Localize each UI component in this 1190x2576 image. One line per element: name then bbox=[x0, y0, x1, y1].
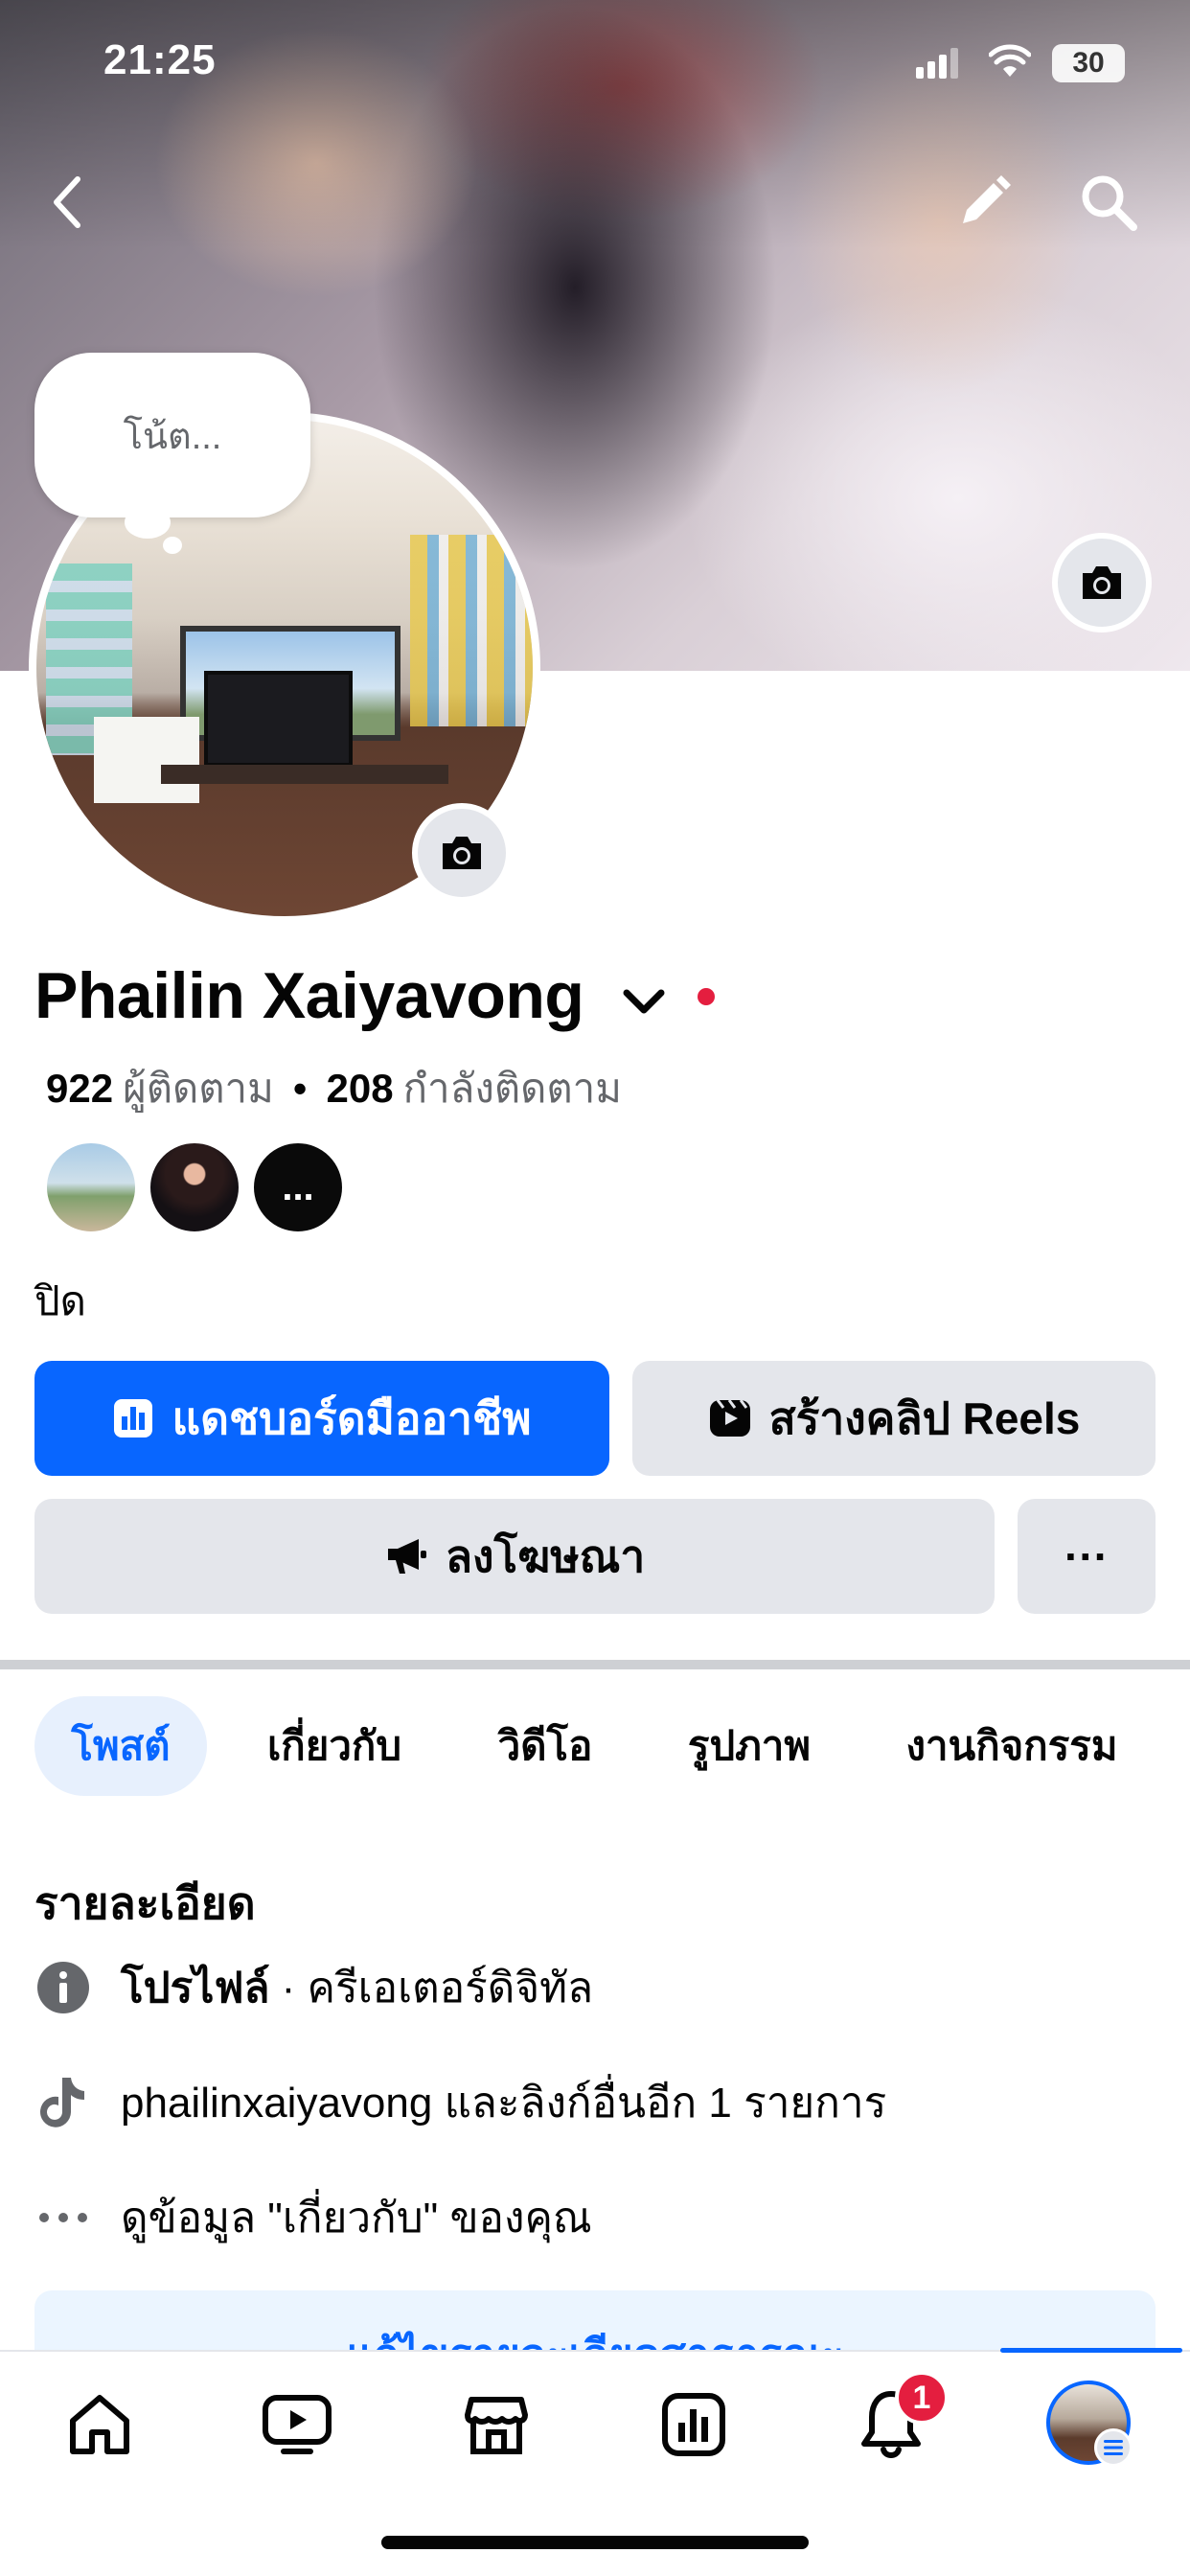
nav-home[interactable] bbox=[52, 2377, 148, 2472]
see-about-row[interactable]: ดูข้อมูล "เกี่ยวกับ" ของคุณ bbox=[34, 2179, 592, 2256]
chevron-left-icon bbox=[54, 176, 80, 228]
followers-label[interactable]: ผู้ติดตาม bbox=[123, 1057, 274, 1120]
section-divider bbox=[0, 1660, 1190, 1669]
status-time: 21:25 bbox=[103, 36, 217, 83]
profile-type-row[interactable]: โปรไฟล์ · ครีเอเตอร์ดิจิทัล bbox=[34, 1949, 593, 2026]
nav-dashboard[interactable] bbox=[646, 2377, 742, 2472]
dashboard-label: แดชบอร์ดมืออาชีพ bbox=[172, 1392, 532, 1443]
change-profile-picture-button[interactable] bbox=[412, 803, 512, 903]
photo-desk bbox=[161, 765, 448, 784]
tab-photos[interactable]: รูปภาพ bbox=[663, 1696, 835, 1796]
see-about-text: ดูข้อมูล "เกี่ยวกับ" ของคุณ bbox=[121, 2195, 592, 2242]
bio-text: ปิด bbox=[34, 1278, 86, 1323]
marketplace-icon bbox=[465, 2397, 528, 2454]
unread-dot bbox=[698, 988, 715, 1005]
menu-icon bbox=[1094, 2428, 1133, 2467]
mini-avatar-1[interactable] bbox=[44, 1140, 138, 1234]
profile-label: โปรไฟล์ bbox=[121, 1965, 270, 2012]
nav-video[interactable] bbox=[249, 2377, 345, 2472]
megaphone-icon bbox=[387, 1539, 426, 1574]
info-icon bbox=[34, 1959, 92, 2016]
profile-type: · ครีเอเตอร์ดิจิทัล bbox=[269, 1965, 594, 2012]
edit-profile-button[interactable] bbox=[950, 169, 1018, 236]
note-bubble-tail-small bbox=[163, 537, 182, 554]
back-button[interactable] bbox=[34, 169, 102, 236]
photo-monitor bbox=[204, 671, 353, 767]
reels-icon bbox=[709, 1399, 750, 1437]
followers-count[interactable]: 922 bbox=[46, 1066, 113, 1112]
follow-stats: 922 ผู้ติดตาม • 208 กำลังติดตาม bbox=[46, 1057, 622, 1120]
home-icon bbox=[70, 2395, 129, 2454]
create-reels-button[interactable]: สร้างคลิป Reels bbox=[632, 1361, 1156, 1476]
search-icon bbox=[1082, 175, 1137, 231]
more-dots-icon bbox=[34, 2189, 92, 2246]
tiktok-link-row[interactable]: phailinxaiyavong และลิงก์อื่นอีก 1 รายกา… bbox=[34, 2064, 886, 2141]
mini-avatar-2[interactable] bbox=[148, 1140, 241, 1234]
pencil-icon bbox=[963, 175, 1011, 223]
stats-separator: • bbox=[292, 1066, 308, 1111]
chevron-down-icon[interactable] bbox=[619, 978, 669, 1027]
tab-videos[interactable]: วิดีโอ bbox=[473, 1696, 617, 1796]
note-bubble-tail bbox=[125, 506, 171, 539]
advertise-button[interactable]: ลงโฆษณา bbox=[34, 1499, 995, 1614]
active-tab-indicator bbox=[1000, 2348, 1182, 2353]
following-label[interactable]: กำลังติดตาม bbox=[403, 1057, 622, 1120]
home-indicator bbox=[381, 2536, 809, 2549]
profile-name[interactable]: Phailin Xaiyavong bbox=[34, 958, 584, 1033]
mini-avatar-more[interactable]: ... bbox=[251, 1140, 345, 1234]
camera-icon bbox=[1083, 566, 1121, 599]
tab-events[interactable]: งานกิจกรรม bbox=[887, 1696, 1136, 1796]
search-button[interactable] bbox=[1075, 169, 1142, 236]
note-bubble[interactable]: โน้ต... bbox=[34, 353, 310, 518]
camera-icon bbox=[443, 837, 481, 869]
tab-about[interactable]: เกี่ยวกับ bbox=[245, 1696, 423, 1796]
more-options-button[interactable]: ··· bbox=[1018, 1499, 1156, 1614]
nav-marketplace[interactable] bbox=[448, 2377, 544, 2472]
battery-icon: 30 bbox=[1052, 44, 1125, 82]
wifi-icon bbox=[989, 44, 1031, 77]
advertise-label: ลงโฆษณา bbox=[445, 1530, 646, 1581]
tab-posts[interactable]: โพสต์ bbox=[34, 1696, 207, 1796]
reels-label: สร้างคลิป Reels bbox=[768, 1392, 1081, 1443]
signal-icon bbox=[916, 48, 958, 79]
professional-dashboard-button[interactable]: แดชบอร์ดมืออาชีพ bbox=[34, 1361, 609, 1476]
following-count[interactable]: 208 bbox=[327, 1066, 394, 1112]
video-icon bbox=[263, 2395, 332, 2454]
photo-shelf-right bbox=[410, 535, 533, 726]
tiktok-icon bbox=[34, 2074, 92, 2131]
photo-cabinet bbox=[94, 717, 199, 803]
change-cover-button[interactable] bbox=[1052, 533, 1152, 632]
dashboard-icon bbox=[114, 1399, 153, 1438]
dashboard-icon bbox=[662, 2393, 725, 2456]
tiktok-text: phailinxaiyavong และลิงก์อื่นอีก 1 รายกา… bbox=[121, 2080, 887, 2127]
details-title: รายละเอียด bbox=[34, 1878, 256, 1928]
notification-badge: 1 bbox=[895, 2371, 949, 2425]
